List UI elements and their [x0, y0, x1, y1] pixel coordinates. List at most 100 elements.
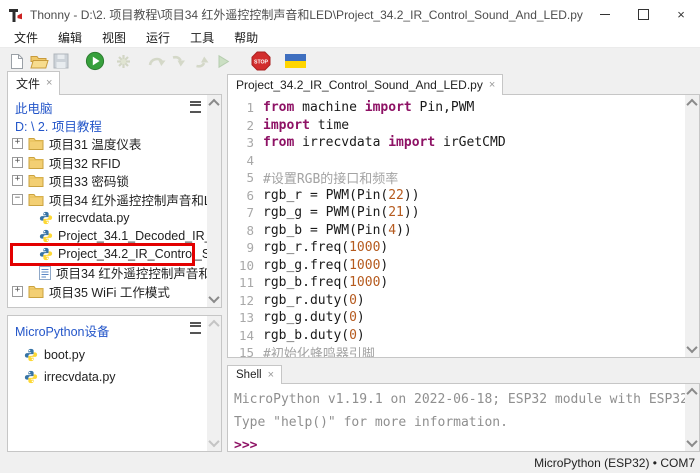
- scroll-down-icon[interactable]: [207, 436, 221, 450]
- tree-item[interactable]: Project_34.1_Decoded_IR_S: [8, 227, 207, 245]
- code-text: #初始化蜂鸣器引脚: [263, 343, 375, 357]
- code-text: rgb_b.freq(1000): [263, 275, 388, 290]
- tree-item[interactable]: Project_34.2_IR_Control_Sou: [8, 245, 207, 263]
- collapse-icon[interactable]: −: [12, 194, 23, 205]
- code-line[interactable]: 14rgb_b.duty(0): [228, 327, 685, 345]
- tree-item-label: 项目34 红外遥控控制声音和L: [56, 263, 207, 282]
- folder-icon: [28, 193, 44, 206]
- code-line[interactable]: 5#设置RGB的接口和频率: [228, 169, 685, 187]
- tab-editor-file[interactable]: Project_34.2_IR_Control_Sound_And_LED.py…: [227, 74, 503, 95]
- new-file-icon[interactable]: [6, 50, 28, 72]
- code-area[interactable]: 1from machine import Pin,PWM2import time…: [228, 95, 685, 357]
- code-line[interactable]: 1from machine import Pin,PWM: [228, 99, 685, 117]
- files-tab-close-icon[interactable]: ×: [46, 78, 52, 89]
- shell-scrollbar[interactable]: [685, 384, 699, 451]
- files-path-header[interactable]: D: \ 2. 项目教程: [8, 116, 207, 134]
- code-line[interactable]: 4: [228, 152, 685, 170]
- tab-shell[interactable]: Shell ×: [227, 365, 282, 384]
- scroll-up-icon[interactable]: [685, 96, 699, 110]
- code-line[interactable]: 2import time: [228, 117, 685, 135]
- code-line[interactable]: 12 rgb_r.duty(0): [228, 292, 685, 310]
- line-number: 14: [228, 328, 254, 343]
- save-file-icon: [50, 50, 72, 72]
- ukraine-flag-icon[interactable]: [284, 50, 306, 72]
- tree-item[interactable]: + 项目35 WiFi 工作模式: [8, 282, 207, 300]
- code-line[interactable]: 7rgb_g = PWM(Pin(21)): [228, 204, 685, 222]
- code-text: rgb_g.freq(1000): [263, 258, 388, 273]
- tree-item-label: 项目35 WiFi 工作模式: [49, 282, 170, 301]
- scroll-up-icon[interactable]: [207, 317, 221, 331]
- tree-item-label: Project_34.1_Decoded_IR_S: [58, 229, 207, 243]
- menu-item-0[interactable]: 文件: [4, 28, 48, 47]
- menu-item-2[interactable]: 视图: [92, 28, 136, 47]
- files-tab-label: 文件: [16, 75, 40, 92]
- run-current-script-icon[interactable]: [84, 50, 106, 72]
- editor-scrollbar[interactable]: [685, 95, 699, 357]
- scroll-down-icon[interactable]: [207, 292, 221, 306]
- maximize-button[interactable]: [624, 0, 662, 28]
- shell-prompt: >>>: [234, 434, 685, 451]
- code-line[interactable]: 11rgb_b.freq(1000): [228, 274, 685, 292]
- shell-tab-close-icon[interactable]: ×: [268, 370, 274, 381]
- device-scrollbar[interactable]: [207, 316, 221, 451]
- device-file-item[interactable]: irrecvdata.py: [8, 366, 221, 388]
- code-text: rgb_b = PWM(Pin(4)): [263, 223, 412, 238]
- tree-item-label: 项目34 红外遥控控制声音和LED: [49, 190, 207, 209]
- scroll-up-icon[interactable]: [685, 385, 699, 399]
- tree-item[interactable]: +项目33 密码锁: [8, 172, 207, 190]
- menu-item-5[interactable]: 帮助: [224, 28, 268, 47]
- code-line[interactable]: 13rgb_g.duty(0): [228, 309, 685, 327]
- expand-icon[interactable]: +: [12, 286, 23, 297]
- code-text: rgb_g.duty(0): [263, 310, 365, 325]
- shell-output[interactable]: MicroPython v1.19.1 on 2022-06-18; ESP32…: [228, 384, 685, 451]
- code-line[interactable]: 15#初始化蜂鸣器引脚: [228, 344, 685, 357]
- device-file-label: irrecvdata.py: [44, 370, 116, 384]
- device-panel-menu-icon[interactable]: [190, 322, 201, 334]
- tree-item[interactable]: 项目34 红外遥控控制声音和L: [8, 264, 207, 282]
- code-line[interactable]: 6rgb_r = PWM(Pin(22)): [228, 187, 685, 205]
- files-computer-header[interactable]: 此电脑: [8, 98, 207, 116]
- code-line[interactable]: 8rgb_b = PWM(Pin(4)): [228, 222, 685, 240]
- files-panel-menu-icon[interactable]: [190, 101, 201, 113]
- files-scrollbar[interactable]: [207, 95, 221, 307]
- expand-icon[interactable]: +: [12, 175, 23, 186]
- open-file-icon[interactable]: [28, 50, 50, 72]
- code-line[interactable]: 10rgb_g.freq(1000): [228, 257, 685, 275]
- menu-item-3[interactable]: 运行: [136, 28, 180, 47]
- scroll-down-icon[interactable]: [685, 436, 699, 450]
- scroll-down-icon[interactable]: [685, 342, 699, 356]
- code-line[interactable]: 9rgb_r.freq(1000): [228, 239, 685, 257]
- editor-tab-close-icon[interactable]: ×: [489, 80, 495, 91]
- expand-icon[interactable]: +: [12, 157, 23, 168]
- expand-icon[interactable]: +: [12, 138, 23, 149]
- tree-item[interactable]: − 项目34 红外遥控控制声音和LED: [8, 190, 207, 208]
- shell-output-line: Type "help()" for more information.: [234, 411, 685, 434]
- line-number: 7: [228, 205, 254, 220]
- code-text: rgb_r.freq(1000): [263, 240, 388, 255]
- tab-files[interactable]: 文件 ×: [7, 71, 60, 95]
- python-icon: [24, 348, 38, 362]
- editor-tab-label: Project_34.2_IR_Control_Sound_And_LED.py: [236, 78, 483, 92]
- close-button[interactable]: ×: [662, 0, 700, 28]
- code-editor[interactable]: 1from machine import Pin,PWM2import time…: [227, 94, 700, 358]
- shell-panel[interactable]: MicroPython v1.19.1 on 2022-06-18; ESP32…: [227, 383, 700, 452]
- scroll-up-icon[interactable]: [207, 96, 221, 110]
- code-text: rgb_r.duty(0): [263, 293, 365, 308]
- device-file-item[interactable]: boot.py: [8, 344, 221, 366]
- minimize-button[interactable]: [586, 0, 624, 28]
- tree-item[interactable]: +项目32 RFID: [8, 153, 207, 171]
- tree-item[interactable]: irrecvdata.py: [8, 208, 207, 226]
- line-number: 6: [228, 188, 254, 203]
- tree-item[interactable]: +项目31 温度仪表: [8, 135, 207, 153]
- stop-restart-backend-icon[interactable]: STOP: [250, 50, 272, 72]
- line-number: 12: [228, 293, 254, 308]
- menu-item-1[interactable]: 编辑: [48, 28, 92, 47]
- interpreter-status[interactable]: MicroPython (ESP32) • COM7: [534, 456, 695, 470]
- close-icon: ×: [677, 8, 685, 21]
- code-text: from machine import Pin,PWM: [263, 100, 474, 115]
- micropython-device-panel: MicroPython设备 boot.pyirrecvdata.py: [7, 315, 222, 452]
- menu-item-4[interactable]: 工具: [180, 28, 224, 47]
- code-line[interactable]: 3from irrecvdata import irGetCMD: [228, 134, 685, 152]
- python-icon: [39, 247, 53, 261]
- code-text: import time: [263, 118, 349, 133]
